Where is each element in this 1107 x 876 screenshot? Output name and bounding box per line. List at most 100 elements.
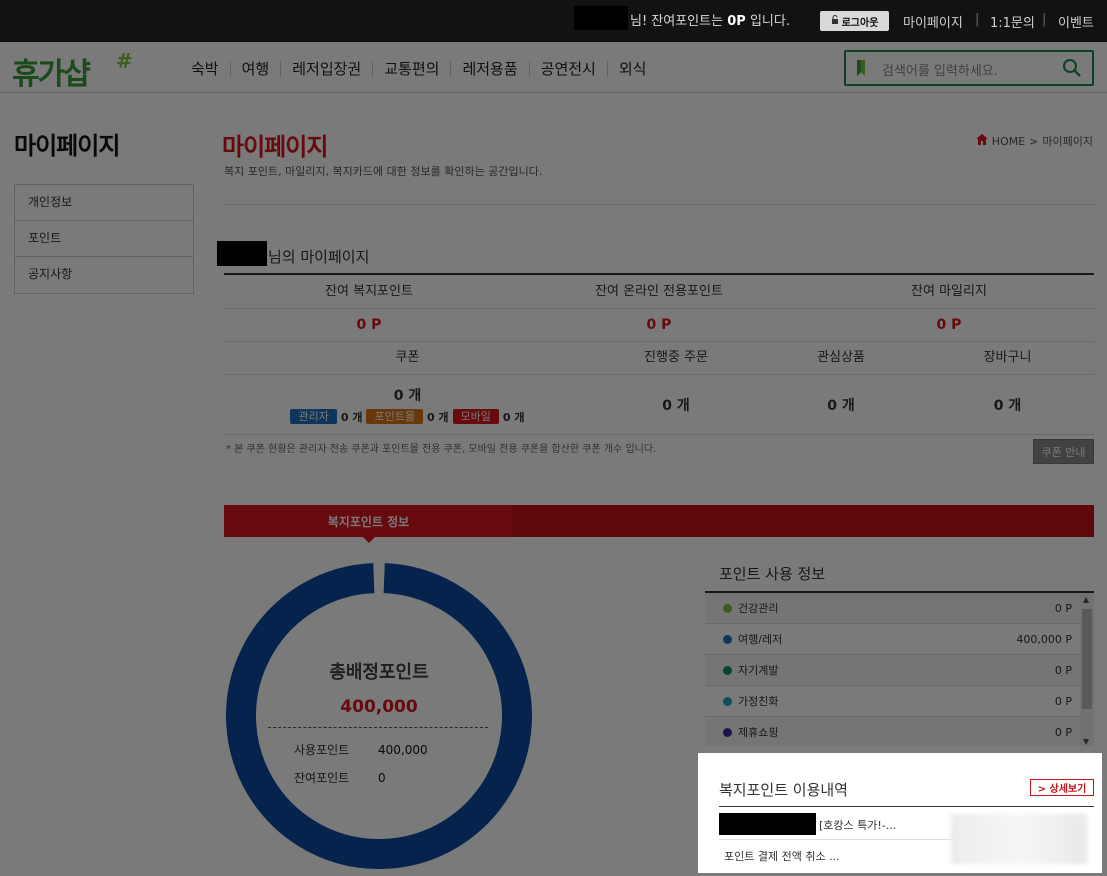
search-box[interactable]: 검색어를 입력하세요. xyxy=(844,50,1094,86)
top-bar: 님! 잔여포인트는 0P 입니다. 로그아웃 마이페이지 | 1:1문의 | 이… xyxy=(0,0,1107,42)
coupon-admin-badge: 관리자 xyxy=(290,409,337,424)
history-row-2[interactable]: 포인트 결제 전액 취소 ... xyxy=(724,848,840,864)
event-link[interactable]: 이벤트 xyxy=(1058,12,1094,31)
welfare-points-value: 0 P xyxy=(356,317,382,333)
redacted-username xyxy=(217,241,267,266)
divider xyxy=(719,839,959,840)
mileage-header: 잔여 마일리지 xyxy=(911,284,987,299)
used-points-label: 사용포인트 xyxy=(294,743,350,757)
list-item: 제휴쇼핑 0 P xyxy=(705,717,1094,746)
breadcrumb-home[interactable]: HOME xyxy=(992,135,1025,148)
lock-icon xyxy=(831,15,839,27)
remaining-points-row: 잔여포인트 0 xyxy=(294,769,386,786)
list-item: 여행/레저 400,000 P xyxy=(705,624,1094,655)
dot-icon xyxy=(723,727,732,737)
online-points-value: 0 P xyxy=(646,317,672,333)
summary-table: 잔여 복지포인트 잔여 온라인 전용포인트 잔여 마일리지 0 P 0 P 0 … xyxy=(224,273,1094,435)
page-title: 마이페이지 xyxy=(222,133,328,161)
remaining-points: 0P xyxy=(727,14,746,29)
main-nav: 숙박 여행 레저입장권 교통편의 레저용품 공연전시 외식 xyxy=(180,58,657,79)
nav-item-travel[interactable]: 여행 xyxy=(231,58,281,79)
search-input[interactable]: 검색어를 입력하세요. xyxy=(882,60,998,79)
used-points-row: 사용포인트 400,000 xyxy=(294,741,428,758)
dot-icon xyxy=(723,665,732,675)
search-icon[interactable] xyxy=(1062,58,1082,81)
user-heading: 님의 마이페이지 xyxy=(268,248,370,266)
welfare-points-header: 잔여 복지포인트 xyxy=(325,284,413,299)
list-item: 자기계발 0 P xyxy=(705,655,1094,686)
divider xyxy=(268,727,488,728)
coupon-pointmall-badge: 포인트몰 xyxy=(366,409,423,424)
svg-text:#: # xyxy=(116,49,133,73)
site-header: 휴가샵 # 숙박 여행 레저입장권 교통편의 레저용품 공연전시 외식 검색어를… xyxy=(0,42,1107,93)
coupon-pointmall-count: 0 개 xyxy=(426,410,449,424)
logout-button[interactable]: 로그아웃 xyxy=(820,11,889,31)
tab-welfare-points-info[interactable]: 복지포인트 정보 xyxy=(224,505,513,537)
coupon-note: * 본 쿠폰 현황은 관리자 전송 쿠폰과 포인트몰 전용 쿠폰, 모바일 전용… xyxy=(226,444,657,455)
dim-overlay xyxy=(0,42,1107,876)
redacted-username xyxy=(574,6,628,30)
greeting-text: 님! 잔여포인트는 0P 입니다. xyxy=(630,14,790,29)
scroll-down-icon[interactable]: ▼ xyxy=(1083,737,1089,746)
sidebar-item-notice[interactable]: 공지사항 xyxy=(15,257,193,293)
list-item: 가정친화 0 P xyxy=(705,686,1094,717)
mileage-value: 0 P xyxy=(936,317,962,333)
remaining-points-value: 0 xyxy=(378,771,386,785)
dot-icon xyxy=(723,603,732,613)
inquiry-link[interactable]: 1:1문의 xyxy=(990,12,1035,31)
blurred-content xyxy=(951,814,1087,864)
svg-text:휴가샵: 휴가샵 xyxy=(12,57,90,90)
coupon-admin-count: 0 개 xyxy=(340,410,363,424)
remaining-points-label: 잔여포인트 xyxy=(294,771,350,785)
sidebar-item-profile[interactable]: 개인정보 xyxy=(15,185,193,221)
sidebar-item-points[interactable]: 포인트 xyxy=(15,221,193,257)
divider: | xyxy=(975,12,980,27)
divider: | xyxy=(1042,12,1047,27)
cart-value[interactable]: 0 개 xyxy=(921,375,1094,434)
coupon-mobile-count: 0 개 xyxy=(502,410,525,424)
bookmark-icon xyxy=(854,59,868,80)
coupon-guide-button[interactable]: 쿠폰 안내 xyxy=(1033,439,1094,464)
divider xyxy=(224,204,1094,205)
dot-icon xyxy=(723,634,732,644)
donut-title: 총배정포인트 xyxy=(329,662,429,683)
history-row-1[interactable]: [호캉스 특가!-... xyxy=(819,817,896,833)
site-logo[interactable]: 휴가샵 # xyxy=(12,46,142,92)
orders-value[interactable]: 0 개 xyxy=(591,375,761,434)
coupon-breakdown: 관리자 0 개 포인트몰 0 개 모바일 0 개 xyxy=(290,409,525,425)
nav-item-performance[interactable]: 공연전시 xyxy=(530,58,607,79)
cart-header: 장바구니 xyxy=(983,350,1032,365)
usage-list: 건강관리 0 P 여행/레저 400,000 P 자기계발 0 P 가정친화 0 P 제… xyxy=(705,591,1094,746)
coupon-mobile-badge: 모바일 xyxy=(452,409,499,424)
used-points-value: 400,000 xyxy=(378,743,428,757)
divider xyxy=(719,806,1094,807)
tab-bar: 복지포인트 정보 xyxy=(224,505,1094,543)
scrollbar-thumb[interactable] xyxy=(1082,609,1092,709)
wishlist-header: 관심상품 xyxy=(817,350,865,365)
point-history-panel: 복지포인트 이용내역 > 상세보기 [호캉스 특가!-... 포인트 결제 전액… xyxy=(698,753,1102,873)
nav-item-dining[interactable]: 외식 xyxy=(608,58,658,79)
nav-item-leisure-goods[interactable]: 레저용품 xyxy=(451,58,528,79)
donut-total: 400,000 xyxy=(340,697,418,717)
history-title: 복지포인트 이용내역 xyxy=(719,781,848,799)
mypage-link[interactable]: 마이페이지 xyxy=(903,12,963,31)
coupon-header: 쿠폰 xyxy=(395,350,420,365)
coupon-cell: 0 개 관리자 0 개 포인트몰 0 개 모바일 0 개 xyxy=(224,375,591,434)
view-details-button[interactable]: > 상세보기 xyxy=(1030,779,1094,796)
nav-item-leisure-ticket[interactable]: 레저입장권 xyxy=(281,58,372,79)
breadcrumb: HOME > 마이페이지 xyxy=(975,133,1093,149)
sidebar-title: 마이페이지 xyxy=(14,132,120,160)
nav-item-stay[interactable]: 숙박 xyxy=(180,58,230,79)
dot-icon xyxy=(723,696,732,706)
wishlist-value[interactable]: 0 개 xyxy=(761,375,921,434)
usage-title: 포인트 사용 정보 xyxy=(719,565,826,583)
coupon-total: 0 개 xyxy=(393,387,422,404)
scrollbar[interactable]: ▲ ▼ xyxy=(1080,593,1094,746)
breadcrumb-current: 마이페이지 xyxy=(1042,135,1093,148)
page-description: 복지 포인트, 마일리지, 복지카드에 대한 정보를 확인하는 공간입니다. xyxy=(224,165,543,178)
home-icon[interactable] xyxy=(975,134,988,148)
tab-arrow xyxy=(363,537,375,543)
online-points-header: 잔여 온라인 전용포인트 xyxy=(595,284,723,299)
nav-item-transport[interactable]: 교통편의 xyxy=(373,58,450,79)
scroll-up-icon[interactable]: ▲ xyxy=(1083,595,1089,604)
